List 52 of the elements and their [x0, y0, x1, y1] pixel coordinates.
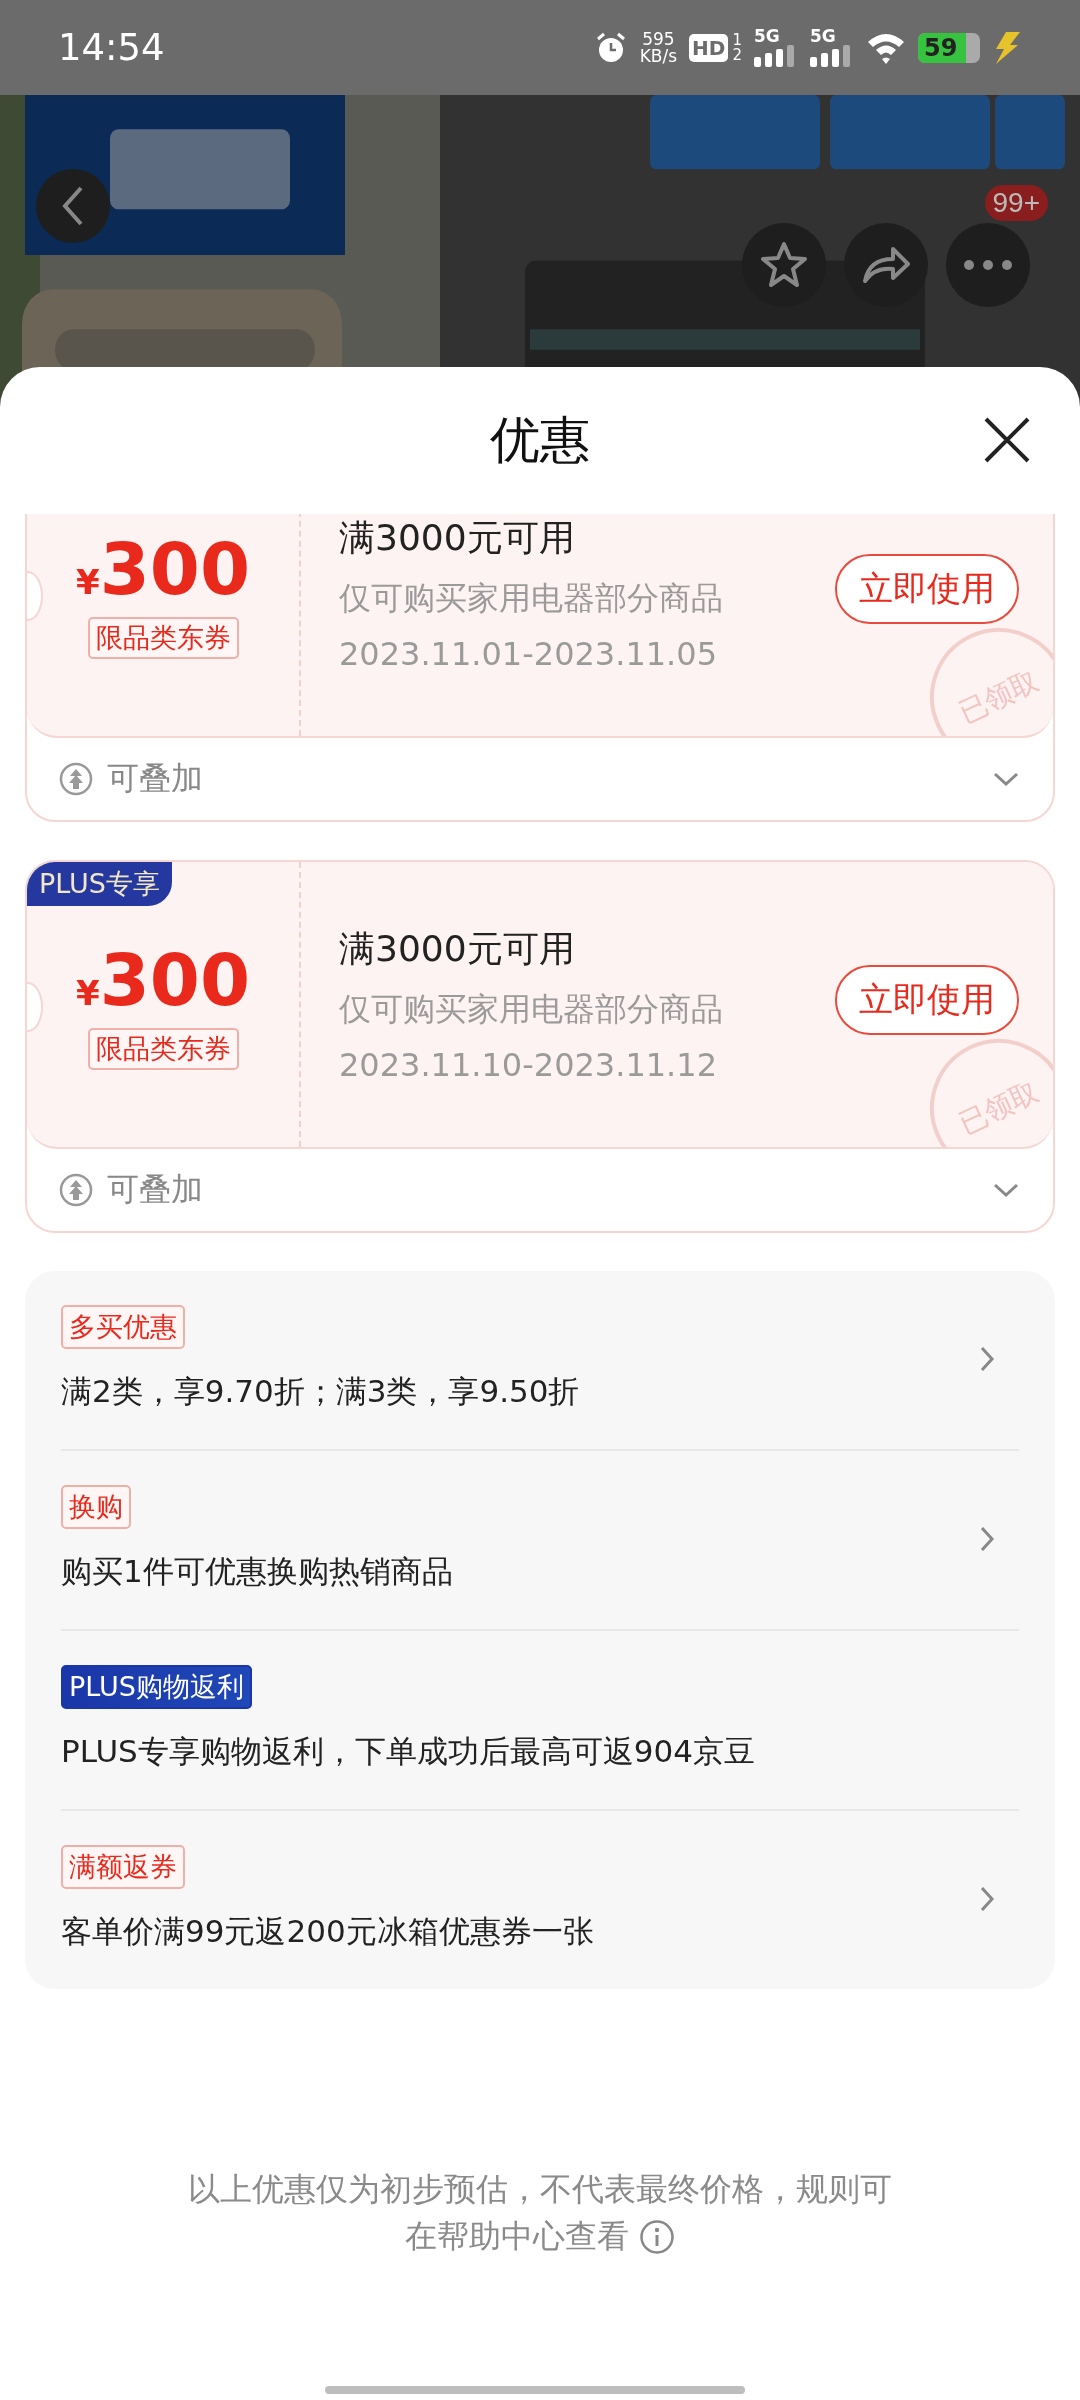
network-speed-unit: KB/s: [639, 47, 678, 65]
chevron-down-icon[interactable]: [993, 1182, 1019, 1198]
promotion-text: 购买1件可优惠换购热销商品: [61, 1552, 453, 1591]
sim-label: 1: [732, 32, 742, 48]
promotion-text: 满2类，享9.70折；满3类，享9.50折: [61, 1372, 580, 1411]
stack-icon: [59, 762, 93, 796]
promotion-tag: 满额返券: [61, 1845, 185, 1889]
coupon-scope: 仅可购买家用电器部分商品: [339, 989, 724, 1030]
close-icon: [984, 417, 1030, 463]
stack-icon: [59, 1173, 93, 1207]
promotion-row[interactable]: PLUS购物返利 PLUS专享购物返利，下单成功后最高可返904京豆: [61, 1631, 1019, 1811]
currency-symbol: ¥: [76, 561, 100, 602]
network-type-label: 5G: [754, 28, 780, 45]
coupon-validity: 2023.11.10-2023.11.12: [339, 1046, 718, 1084]
share-icon: [861, 245, 911, 285]
promotion-row[interactable]: 多买优惠 满2类，享9.70折；满3类，享9.50折: [61, 1271, 1019, 1451]
sim-label: 2: [732, 47, 742, 63]
network-speed: 595: [642, 30, 675, 48]
promotion-text: PLUS专享购物返利，下单成功后最高可返904京豆: [61, 1732, 755, 1771]
clock-time: 14:54: [58, 26, 165, 69]
promotion-row[interactable]: 满额返券 客单价满99元返200元冰箱优惠券一张: [61, 1811, 1019, 1989]
info-icon[interactable]: [639, 2218, 675, 2255]
use-now-button[interactable]: 立即使用: [835, 553, 1019, 624]
promotion-row[interactable]: 换购 购买1件可优惠换购热销商品: [61, 1451, 1019, 1631]
promotion-tag: 多买优惠: [61, 1305, 185, 1349]
more-icon: [964, 260, 1012, 270]
close-button[interactable]: [984, 417, 1030, 463]
sheet-title: 优惠: [490, 410, 590, 471]
coupon-type-tag: 限品类东券: [87, 616, 239, 659]
coupon-validity: 2023.11.01-2023.11.05: [339, 635, 718, 673]
plus-exclusive-tag: PLUS专享: [27, 862, 172, 906]
hd-label: HD: [689, 33, 729, 62]
chevron-down-icon[interactable]: [993, 771, 1019, 787]
promotion-tag: 换购: [61, 1485, 131, 1529]
use-now-button[interactable]: 立即使用: [835, 964, 1019, 1035]
coupon-condition: 满3000元可用: [339, 927, 576, 971]
star-icon: [759, 241, 809, 289]
coupon-amount: 300: [99, 939, 250, 1020]
coupon-condition: 满3000元可用: [339, 516, 576, 560]
disclaimer-text: 以上优惠仅为初步预估，不代表最终价格，规则可: [188, 2169, 892, 2210]
currency-symbol: ¥: [76, 972, 100, 1013]
coupon-amount: 300: [99, 528, 250, 609]
battery-icon: 59: [918, 32, 980, 63]
promotion-text: 客单价满99元返200元冰箱优惠券一张: [61, 1912, 594, 1951]
wifi-icon: [866, 31, 906, 64]
stackable-label: 可叠加: [107, 758, 204, 799]
coupon-type-tag: 限品类东券: [87, 1027, 239, 1070]
promotion-tag: PLUS购物返利: [61, 1665, 252, 1709]
network-type-label: 5G: [810, 28, 836, 45]
coupon-scope: 仅可购买家用电器部分商品: [339, 578, 724, 619]
disclaimer-text: 在帮助中心查看: [405, 2216, 629, 2257]
stackable-label: 可叠加: [107, 1169, 204, 1210]
